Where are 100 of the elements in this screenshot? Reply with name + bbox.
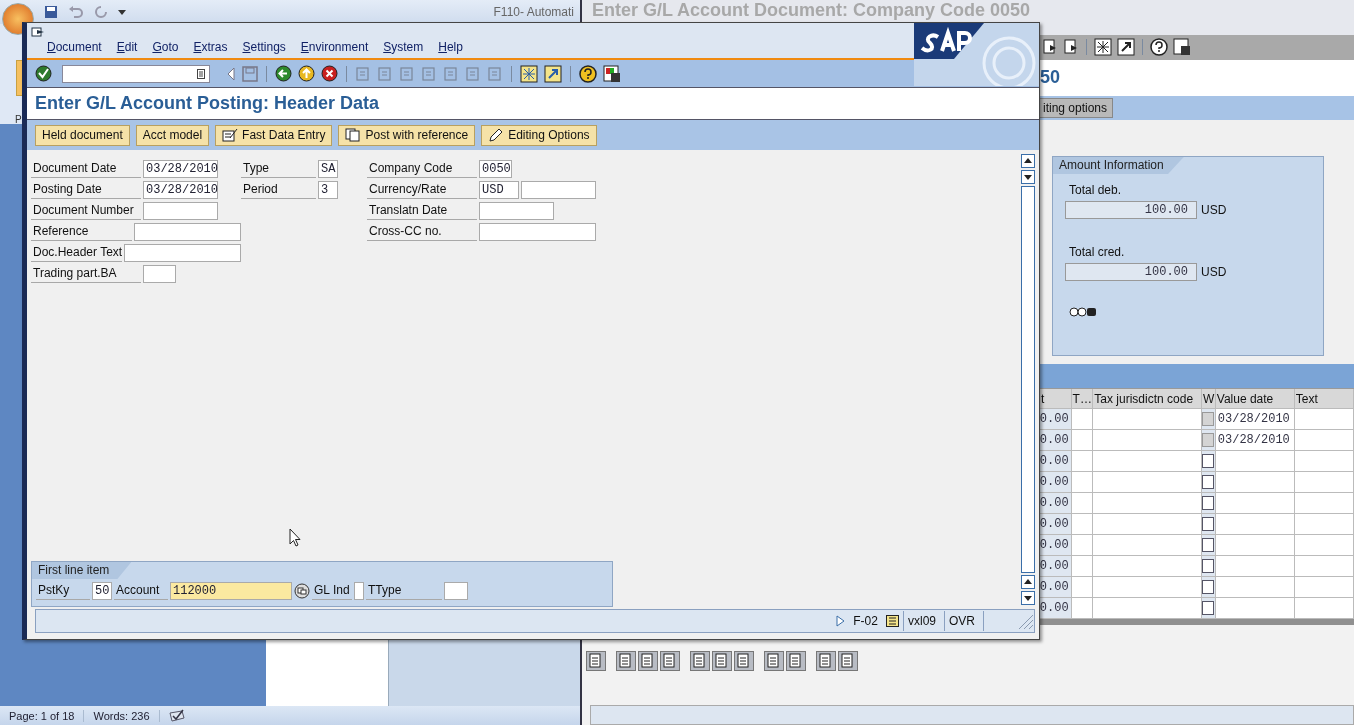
help-icon[interactable] — [579, 64, 597, 83]
checkbox[interactable] — [1202, 559, 1215, 573]
input-field[interactable] — [479, 202, 554, 220]
checkbox[interactable] — [1202, 475, 1215, 489]
input-field[interactable]: SA — [318, 160, 338, 178]
menu-item[interactable]: Document — [47, 40, 102, 54]
input-field[interactable]: 03/28/2010 — [143, 160, 218, 178]
new-session-icon[interactable] — [1094, 38, 1112, 57]
screen-title: Enter G/L Account Posting: Header Data — [35, 93, 380, 114]
menu-item[interactable]: Environment — [300, 40, 369, 54]
input-field[interactable] — [590, 705, 1354, 725]
checkbox[interactable] — [1202, 580, 1215, 594]
screen-title: 50 — [1040, 67, 1061, 89]
toolbar-button[interactable]: Acct model — [135, 124, 210, 146]
table-cell: 0.00 — [1040, 493, 1072, 513]
column-header[interactable]: Text — [1294, 389, 1354, 408]
input-field[interactable]: 3 — [318, 181, 338, 199]
editing-options-button[interactable]: iting options — [1037, 98, 1114, 118]
menu-item[interactable]: Help — [438, 40, 463, 54]
toolbar-button[interactable]: Editing Options — [481, 124, 597, 146]
proofing-icon[interactable] — [167, 708, 186, 723]
input-field[interactable]: USD — [479, 181, 519, 199]
currency-label: USD — [1201, 203, 1227, 217]
expand-icon[interactable] — [836, 615, 846, 627]
table-cell: 0.00 — [1040, 430, 1072, 450]
menu-item[interactable]: Edit — [116, 40, 138, 54]
mouse-pointer-icon — [289, 528, 301, 547]
field-label: Document Number — [31, 202, 141, 220]
field-label: Translatn Date — [367, 202, 477, 220]
toolbar-button[interactable]: Held document — [35, 124, 130, 146]
back-icon[interactable] — [275, 65, 292, 82]
input-field[interactable] — [143, 202, 218, 220]
input-field[interactable] — [479, 223, 596, 241]
toolbar-button[interactable]: Fast Data Entry — [215, 124, 333, 146]
input-field[interactable]: 112000 — [170, 582, 292, 600]
field-label: GL Ind — [312, 582, 352, 600]
table-cell: 0.00 — [1040, 535, 1072, 555]
checkbox[interactable] — [1202, 454, 1215, 468]
system-menu-icon[interactable] — [31, 26, 45, 38]
checkbox[interactable] — [1202, 517, 1215, 531]
column-header[interactable]: t — [1040, 389, 1072, 408]
input-field[interactable]: 50 — [92, 582, 112, 600]
scroll-up-icon[interactable] — [1021, 154, 1035, 168]
search-help-icon[interactable] — [294, 583, 310, 599]
input-field[interactable] — [354, 582, 364, 600]
enter-icon[interactable] — [35, 65, 52, 82]
checkbox[interactable] — [1202, 538, 1215, 552]
scroll-down-icon[interactable] — [1021, 170, 1035, 184]
menu-item[interactable]: System — [383, 40, 424, 54]
shortcut-icon[interactable] — [1117, 38, 1135, 57]
column-header[interactable]: T… — [1071, 389, 1094, 408]
column-header[interactable]: Tax jurisdictn code — [1093, 389, 1202, 408]
table-cell: 0.00 — [1040, 598, 1072, 618]
checkbox[interactable] — [1202, 496, 1215, 510]
window-title: Enter G/L Account Document: Company Code 0050 — [592, 0, 1031, 20]
menu-item[interactable]: Extras — [193, 40, 228, 54]
input-field[interactable]: 03/28/2010 — [143, 181, 218, 199]
input-field[interactable] — [444, 582, 468, 600]
insert-mode[interactable]: OVR — [944, 611, 979, 631]
server-name: vxl09 — [902, 611, 940, 631]
history-icon[interactable] — [197, 68, 205, 79]
panel-title: Amount Information — [1053, 157, 1184, 174]
field-label: Posting Date — [31, 181, 141, 199]
scroll-down-icon[interactable] — [1021, 591, 1035, 605]
traffic-light-icon — [1069, 307, 1097, 317]
toolbar-button[interactable]: Post with reference — [338, 124, 476, 146]
window-title: F110- Automati — [493, 5, 574, 19]
transaction-code: F-02 — [852, 614, 879, 628]
pencil-icon — [488, 128, 505, 142]
amount-field: 100.00 — [1065, 201, 1197, 219]
layout-icon[interactable] — [1173, 38, 1191, 57]
input-field[interactable] — [521, 181, 596, 199]
layout-icon[interactable] — [603, 64, 621, 83]
save-icon[interactable] — [44, 5, 58, 19]
dropdown-icon[interactable] — [118, 8, 126, 16]
input-field[interactable] — [143, 265, 176, 283]
table-cell: 0.00 — [1040, 451, 1072, 471]
column-header[interactable]: Value date — [1215, 389, 1295, 408]
input-field[interactable]: 0050 — [479, 160, 512, 178]
back-arrow-icon — [226, 66, 236, 81]
checkbox[interactable] — [1202, 601, 1215, 615]
input-field[interactable] — [124, 244, 241, 262]
cancel-icon[interactable] — [321, 65, 338, 82]
menu-item[interactable]: Settings — [242, 40, 286, 54]
resize-grip-icon[interactable] — [1016, 613, 1034, 629]
menu-item[interactable]: Goto — [152, 40, 179, 54]
field-label: Company Code — [367, 160, 477, 178]
scroll-up-icon[interactable] — [1021, 575, 1035, 589]
panel-title: First line item — [32, 562, 132, 579]
exit-icon[interactable] — [298, 65, 315, 82]
list-icon[interactable] — [885, 615, 899, 627]
field-label: Reference — [31, 223, 132, 241]
field-label: Period — [241, 181, 316, 199]
command-field[interactable] — [62, 64, 210, 83]
input-field[interactable] — [133, 223, 241, 241]
help-icon[interactable] — [1150, 38, 1168, 57]
field-label: Doc.Header Text — [31, 244, 123, 262]
field-label: Cross-CC no. — [367, 223, 477, 241]
table-cell: 0.00 — [1040, 514, 1072, 534]
form-icon — [222, 128, 239, 142]
